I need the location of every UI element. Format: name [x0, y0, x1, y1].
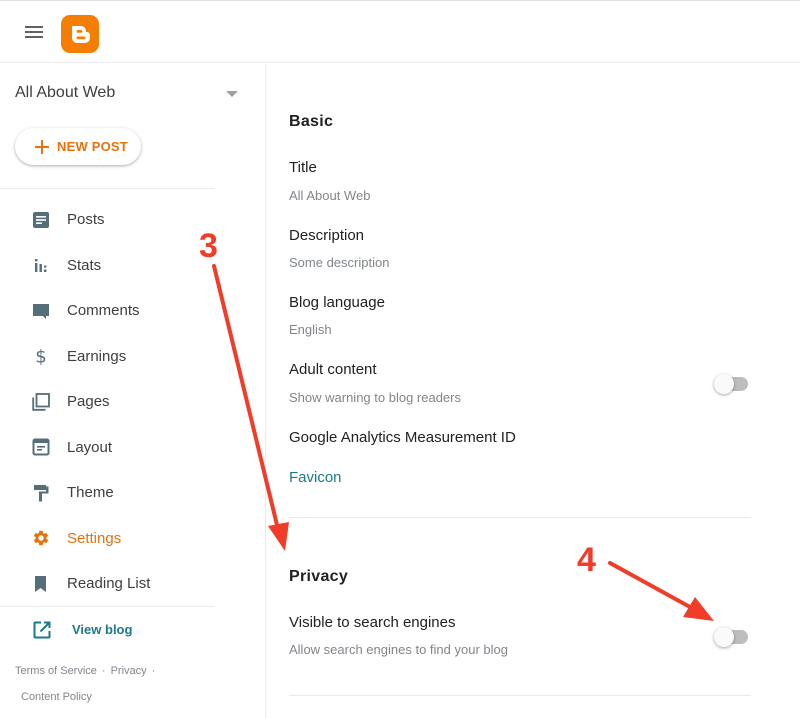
- terms-of-service-link[interactable]: Terms of Service: [15, 665, 97, 677]
- dropdown-caret-icon: [226, 91, 238, 97]
- sidebar-item-posts[interactable]: Posts: [0, 197, 266, 243]
- footer-links: Terms of Service · Privacy · Content Policy: [15, 658, 215, 710]
- annotation-number-4: 4: [577, 541, 596, 579]
- description-setting[interactable]: Description: [289, 227, 364, 244]
- sidebar-item-settings[interactable]: Settings: [0, 516, 266, 562]
- sidebar-item-label: Theme: [67, 484, 114, 502]
- new-post-label: NEW POST: [57, 139, 128, 154]
- external-link-icon: [33, 621, 51, 639]
- sidebar-item-label: Settings: [67, 529, 122, 547]
- plus-icon: [35, 139, 49, 154]
- blog-selector[interactable]: All About Web: [15, 83, 245, 107]
- sidebar-item-label: Pages: [67, 393, 110, 411]
- section-heading-basic: Basic: [289, 113, 334, 130]
- sidebar-item-label: Stats: [67, 256, 102, 274]
- view-blog-link[interactable]: View blog: [0, 615, 215, 645]
- comments-icon: [33, 303, 49, 319]
- dollar-icon: $: [35, 347, 46, 365]
- new-post-button[interactable]: NEW POST: [15, 128, 141, 165]
- separator: ·: [151, 665, 156, 677]
- adult-content-toggle[interactable]: [714, 374, 750, 394]
- sidebar-divider: [0, 606, 215, 607]
- layout-icon: [32, 438, 50, 456]
- adult-content-setting: Adult content: [289, 361, 377, 378]
- svg-text:$: $: [35, 347, 46, 365]
- sidebar-nav: Posts Stats Comments $ Earnings Pages La…: [0, 197, 266, 607]
- settings-main: Basic Title All About Web Description So…: [267, 64, 800, 718]
- sidebar-item-label: Layout: [67, 438, 113, 456]
- sidebar-divider: [0, 188, 215, 189]
- hamburger-menu-icon[interactable]: [25, 25, 43, 39]
- stats-icon: [35, 259, 47, 273]
- sidebar-item-layout[interactable]: Layout: [0, 425, 266, 471]
- sidebar-item-theme[interactable]: Theme: [0, 470, 266, 516]
- section-divider: [289, 695, 751, 696]
- google-analytics-setting[interactable]: Google Analytics Measurement ID: [289, 429, 516, 446]
- blog-language-value: English: [289, 322, 332, 337]
- sidebar-item-pages[interactable]: Pages: [0, 379, 266, 425]
- title-setting[interactable]: Title: [289, 159, 317, 176]
- privacy-link[interactable]: Privacy: [111, 665, 147, 677]
- sidebar-item-label: Comments: [67, 302, 140, 320]
- description-value: Some description: [289, 255, 390, 270]
- visible-to-search-engines-setting: Visible to search engines: [289, 614, 456, 631]
- toggle-knob: [714, 627, 734, 647]
- pages-icon: [32, 392, 50, 411]
- sidebar-item-reading-list[interactable]: Reading List: [0, 561, 266, 607]
- bookmark-icon: [35, 575, 46, 592]
- gear-icon: [33, 531, 49, 546]
- title-value: All About Web: [289, 188, 371, 203]
- toggle-knob: [714, 374, 734, 394]
- blogger-logo[interactable]: [61, 15, 99, 53]
- adult-content-description: Show warning to blog readers: [289, 390, 461, 405]
- favicon-link[interactable]: Favicon: [289, 469, 342, 486]
- posts-icon: [33, 211, 49, 228]
- sidebar-item-label: Posts: [67, 211, 105, 229]
- view-blog-label: View blog: [72, 622, 133, 637]
- sidebar-item-comments[interactable]: Comments: [0, 288, 266, 334]
- sidebar-item-label: Earnings: [67, 347, 127, 365]
- app-header: [0, 1, 800, 63]
- sidebar-item-label: Reading List: [67, 575, 151, 593]
- sidebar: All About Web NEW POST Posts Stats Comme…: [0, 64, 266, 718]
- separator: ·: [101, 665, 106, 677]
- paint-roller-icon: [34, 484, 49, 502]
- visible-to-search-engines-description: Allow search engines to find your blog: [289, 642, 508, 657]
- blog-name: All About Web: [15, 84, 116, 101]
- visible-to-search-engines-toggle[interactable]: [714, 627, 750, 647]
- sidebar-item-earnings[interactable]: $ Earnings: [0, 334, 266, 380]
- annotation-number-3: 3: [199, 227, 218, 265]
- content-policy-link[interactable]: Content Policy: [21, 691, 92, 703]
- section-heading-privacy: Privacy: [289, 568, 349, 585]
- sidebar-item-stats[interactable]: Stats: [0, 243, 266, 289]
- section-divider: [289, 517, 751, 518]
- blog-language-setting[interactable]: Blog language: [289, 294, 385, 311]
